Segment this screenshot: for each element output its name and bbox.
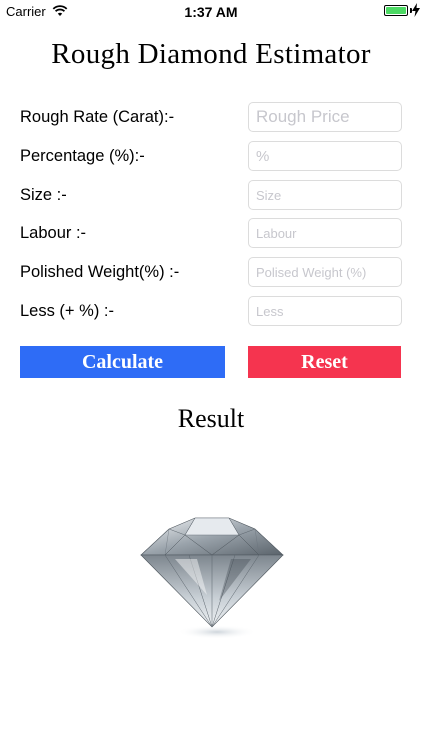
form-row-percentage: Percentage (%):- — [20, 141, 402, 173]
size-label: Size :- — [20, 186, 67, 204]
less-label: Less (+ %) :- — [20, 302, 114, 320]
less-input[interactable] — [248, 296, 402, 326]
form-row-less: Less (+ %) :- — [20, 296, 402, 328]
labour-input[interactable] — [248, 218, 402, 248]
battery-level — [386, 7, 406, 14]
rough-price-input[interactable] — [248, 102, 402, 132]
polished-weight-label: Polished Weight(%) :- — [20, 263, 180, 281]
reset-button[interactable]: Reset — [248, 346, 401, 378]
diamond-image — [140, 517, 284, 639]
labour-label: Labour :- — [20, 224, 87, 242]
result-title: Result — [177, 404, 245, 433]
form-row-polished-weight: Polished Weight(%) :- — [20, 257, 402, 289]
calculate-button[interactable]: Calculate — [20, 346, 225, 378]
percentage-input[interactable] — [248, 141, 402, 171]
rough-rate-label: Rough Rate (Carat):- — [20, 108, 175, 126]
size-input[interactable] — [248, 180, 402, 210]
form-row-labour: Labour :- — [20, 218, 402, 250]
clock: 1:37 AM — [184, 4, 238, 20]
battery-icon — [384, 5, 408, 16]
percentage-label: Percentage (%):- — [20, 147, 145, 165]
polished-weight-input[interactable] — [248, 257, 402, 287]
app-title: Rough Diamond Estimator — [51, 38, 371, 70]
charging-icon — [412, 3, 420, 17]
form-row-size: Size :- — [20, 180, 402, 212]
status-bar: Carrier 1:37 AM — [0, 0, 422, 22]
form-row-rough-rate: Rough Rate (Carat):- — [20, 102, 402, 134]
